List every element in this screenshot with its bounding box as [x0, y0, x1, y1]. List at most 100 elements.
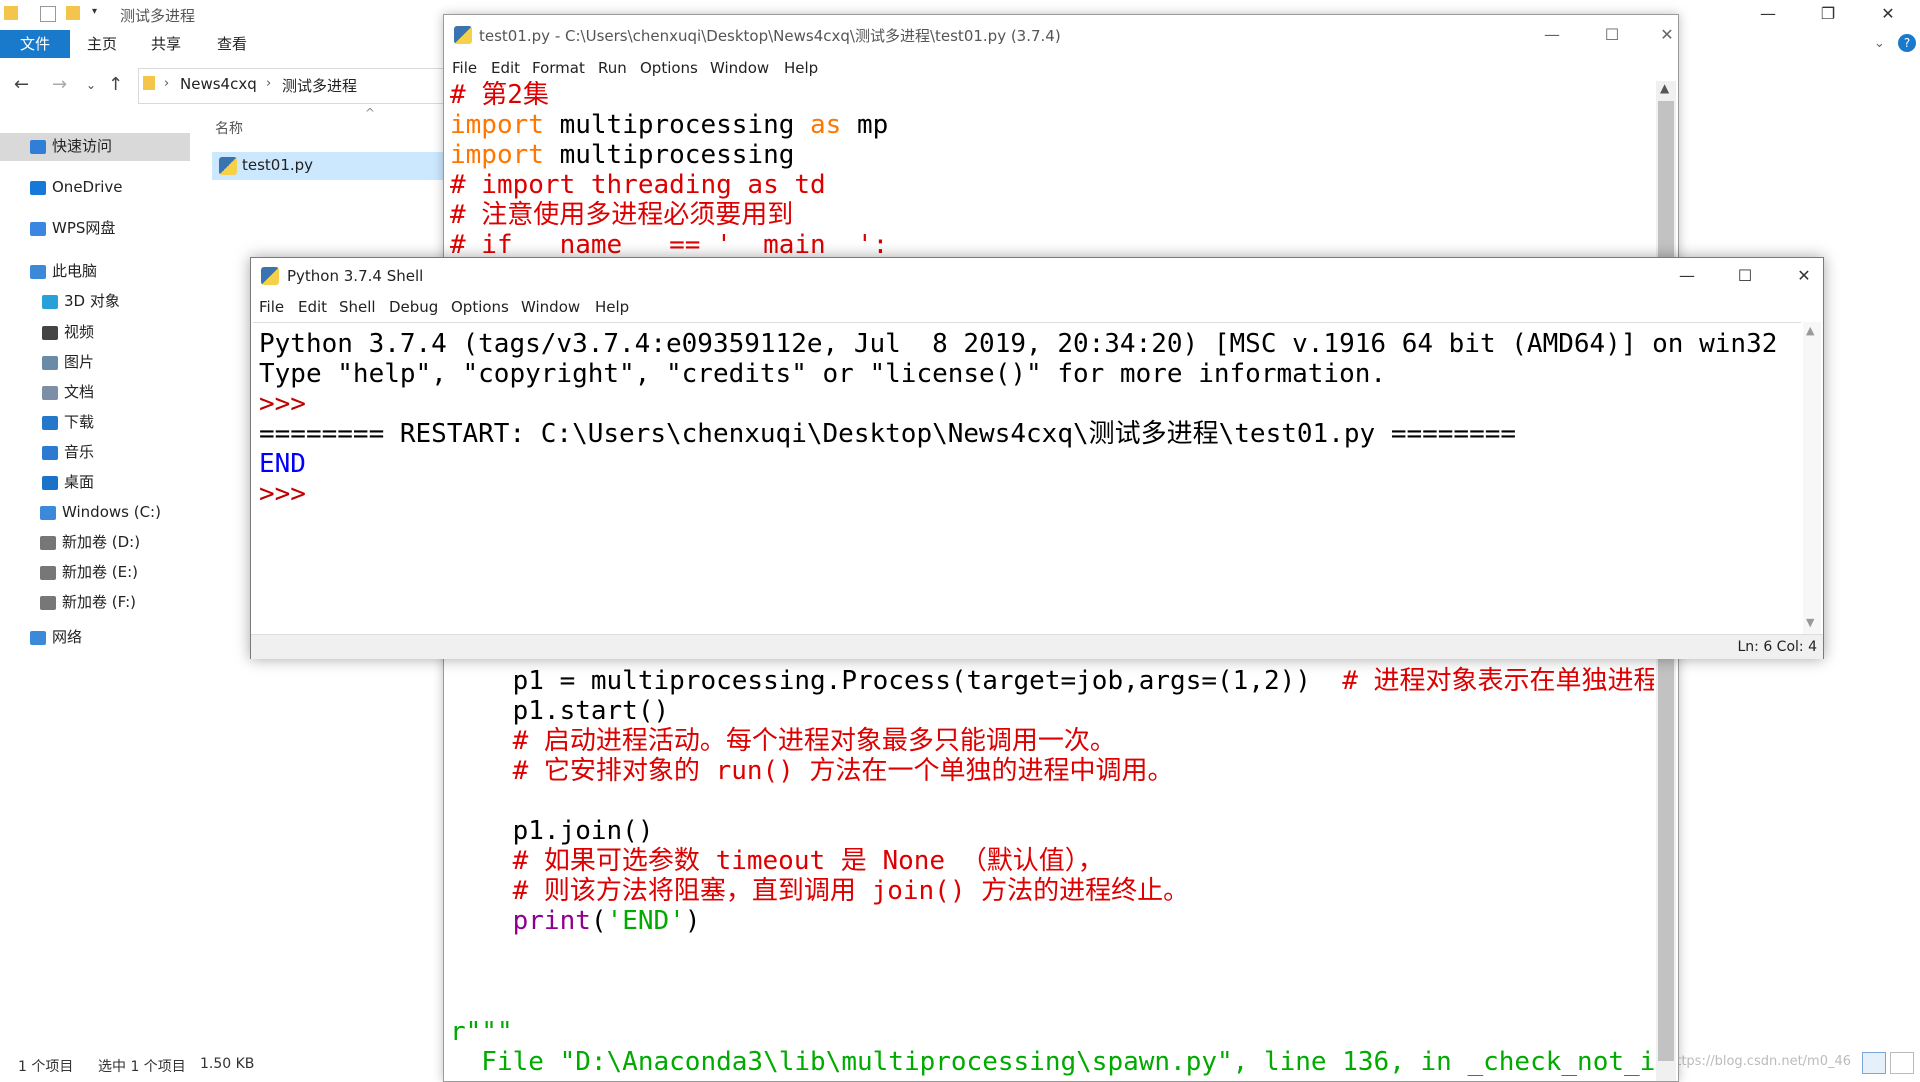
editor-menubar: File Edit Format Run Options Window Help	[444, 55, 1678, 81]
code-token: File "D:\Anaconda3\lib\multiprocessing\s…	[450, 1047, 1654, 1077]
nav-item[interactable]: 音乐	[42, 439, 94, 465]
code-token: p1.join()	[450, 816, 654, 846]
nav-item[interactable]: 视频	[42, 319, 94, 345]
scroll-down-icon[interactable]: ▼	[1806, 616, 1814, 629]
editor-titlebar[interactable]: test01.py - C:\Users\chenxuqi\Desktop\Ne…	[444, 15, 1678, 55]
nav-item[interactable]: 新加卷 (D:)	[40, 529, 140, 555]
nav-item[interactable]: 网络	[30, 624, 82, 650]
forward-arrow-icon[interactable]: →	[52, 74, 67, 95]
shell-scrollbar[interactable]: ▲ ▼	[1803, 322, 1821, 634]
close-icon[interactable]: ✕	[1865, 0, 1911, 28]
chevron-down-icon[interactable]: ⌄	[86, 78, 96, 92]
menu-item-edit[interactable]: Edit	[298, 294, 327, 320]
code-line: # 第2集	[450, 81, 549, 110]
code-line: import multiprocessing	[450, 140, 794, 170]
nav-item[interactable]: 文档	[42, 379, 94, 405]
minimize-icon[interactable]: —	[1745, 0, 1791, 28]
help-icon[interactable]: ?	[1898, 34, 1916, 52]
cloud-icon	[30, 180, 46, 195]
download-arrow-icon	[42, 415, 58, 430]
nav-item[interactable]: 桌面	[42, 469, 94, 495]
menu-item-format[interactable]: Format	[532, 55, 585, 81]
checkbox-icon[interactable]	[40, 6, 56, 22]
scroll-up-icon[interactable]: ▲	[1660, 81, 1669, 95]
nav-item[interactable]: 图片	[42, 349, 94, 375]
restore-icon[interactable]: ❐	[1805, 0, 1851, 28]
code-line: p1 = multiprocessing.Process(target=job,…	[450, 666, 1654, 696]
shell-line: ======== RESTART: C:\Users\chenxuqi\Desk…	[259, 419, 1517, 449]
back-arrow-icon[interactable]: ←	[14, 74, 29, 95]
nav-item[interactable]: OneDrive	[30, 174, 123, 200]
menu-item-options[interactable]: Options	[640, 55, 698, 81]
menu-item-help[interactable]: Help	[784, 55, 818, 81]
nav-item[interactable]: WPS网盘	[30, 215, 115, 241]
menu-item-edit[interactable]: Edit	[491, 55, 520, 81]
menu-item-window[interactable]: Window	[521, 294, 580, 320]
code-token: as	[810, 110, 842, 140]
menu-item-debug[interactable]: Debug	[389, 294, 438, 320]
file-name[interactable]: test01.py	[242, 156, 313, 174]
code-token: # 进程对象表示在单独进程	[1342, 666, 1654, 696]
drive-icon	[40, 565, 56, 580]
menu-item-help[interactable]: Help	[595, 294, 629, 320]
shell-titlebar[interactable]: Python 3.7.4 Shell — ☐ ✕	[251, 258, 1823, 294]
maximize-icon[interactable]: ☐	[1589, 21, 1635, 49]
python-shell-window: Python 3.7.4 Shell — ☐ ✕ File Edit Shell De…	[250, 257, 1824, 659]
code-line: r"""	[450, 1017, 513, 1047]
nav-item[interactable]: 快速访问	[30, 133, 112, 159]
chevron-down-icon[interactable]: ⌄	[1874, 30, 1885, 58]
chevron-right-icon[interactable]: ›	[266, 76, 271, 91]
cloud-icon	[30, 221, 46, 236]
nav-item[interactable]: 此电脑	[30, 258, 97, 284]
nav-item[interactable]: 下载	[42, 409, 94, 435]
nav-item[interactable]: 3D 对象	[42, 288, 120, 314]
menu-item-shell[interactable]: Shell	[339, 294, 376, 320]
details-view-icon[interactable]	[1862, 1052, 1886, 1074]
scroll-up-icon[interactable]: ▲	[1806, 324, 1814, 337]
code-token: # 注意使用多进程必须要用到	[450, 200, 794, 230]
nav-item-label: 新加卷 (F:)	[62, 593, 136, 611]
code-line: # 它安排对象的 run() 方法在一个单独的进程中调用。	[450, 756, 1174, 786]
menu-item-run[interactable]: Run	[598, 55, 627, 81]
nav-item-label: 桌面	[64, 473, 95, 491]
shell-line: Type "help", "copyright", "credits" or "…	[259, 359, 1387, 389]
column-header-name[interactable]: 名称	[215, 118, 243, 138]
cursor-position: Ln: 6 Col: 4	[1737, 639, 1817, 655]
menu-item-window[interactable]: Window	[710, 55, 769, 81]
close-icon[interactable]: ✕	[1644, 21, 1690, 49]
large-icons-view-icon[interactable]	[1890, 1052, 1914, 1074]
code-token: multiprocessing	[543, 110, 811, 140]
shell-line: >>>	[259, 479, 322, 509]
nav-item-label: Windows (C:)	[62, 503, 161, 521]
new-folder-icon[interactable]	[66, 6, 80, 20]
nav-item[interactable]: Windows (C:)	[40, 499, 161, 525]
breadcrumb-news4cxq[interactable]: News4cxq	[180, 75, 257, 93]
code-line: File "D:\Anaconda3\lib\multiprocessing\s…	[450, 1047, 1654, 1077]
menu-item-options[interactable]: Options	[451, 294, 509, 320]
chevron-right-icon[interactable]: ›	[164, 76, 169, 91]
minimize-icon[interactable]: —	[1664, 262, 1710, 290]
menu-item-file[interactable]: File	[452, 55, 477, 81]
code-line: # 则该方法将阻塞，直到调用 join() 方法的进程终止。	[450, 876, 1190, 906]
shell-menubar: File Edit Shell Debug Options Window Help	[251, 294, 1823, 320]
navigation-pane: 快速访问 OneDrive WPS网盘此电脑 3D 对象视频图片文档下载音乐桌面 Win…	[0, 125, 190, 1045]
up-arrow-icon[interactable]: ↑	[108, 74, 123, 95]
nav-item[interactable]: 新加卷 (F:)	[40, 589, 136, 615]
shell-output-area[interactable]: Python 3.7.4 (tags/v3.7.4:e09359112e, Ju…	[253, 322, 1801, 635]
chevron-down-icon[interactable]: ▾	[92, 6, 106, 20]
menu-item-file[interactable]: File	[259, 294, 284, 320]
maximize-icon[interactable]: ☐	[1722, 262, 1768, 290]
tab-view[interactable]: 查看	[217, 30, 247, 58]
breadcrumb-current-folder[interactable]: 测试多进程	[282, 75, 357, 96]
nav-item[interactable]: 新加卷 (E:)	[40, 559, 138, 585]
watermark-text: https://blog.csdn.net/m0_46	[1668, 1054, 1852, 1069]
tab-home[interactable]: 主页	[87, 30, 117, 58]
close-icon[interactable]: ✕	[1781, 262, 1827, 290]
nav-item-label: 3D 对象	[64, 292, 120, 310]
desktop-icon	[42, 475, 58, 490]
window-title: 测试多进程	[120, 7, 196, 25]
minimize-icon[interactable]: —	[1529, 21, 1575, 49]
code-line: print('END')	[450, 906, 701, 936]
tab-file[interactable]: 文件	[0, 30, 70, 58]
tab-share[interactable]: 共享	[151, 30, 181, 58]
